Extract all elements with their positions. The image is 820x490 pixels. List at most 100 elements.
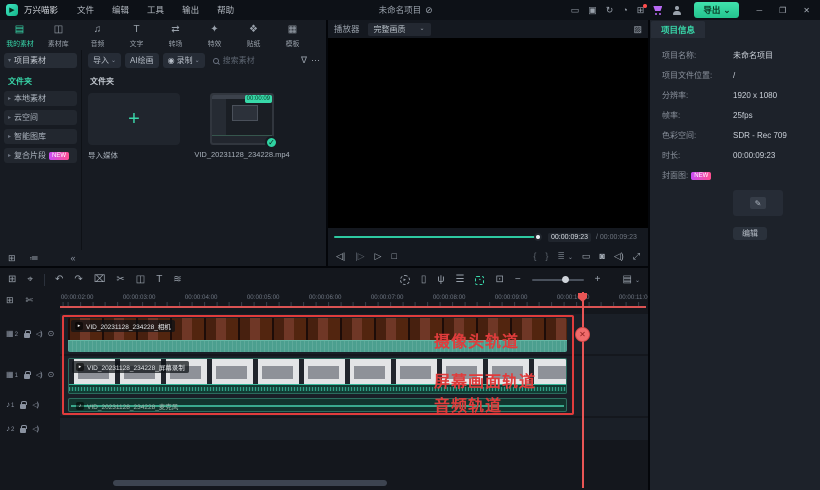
menu-help[interactable]: 帮助 [208, 4, 243, 16]
menu-export[interactable]: 输出 [173, 4, 208, 16]
zoom-knob[interactable] [561, 276, 569, 283]
sidebar-item-smart-library[interactable]: ▸ 智能图库 [4, 129, 77, 144]
maximize-button[interactable]: ❐ [775, 6, 790, 15]
tab-effects[interactable]: ✦ 特效 [195, 20, 234, 50]
render-preview-icon[interactable]: ▸ [399, 275, 410, 285]
project-status-icon[interactable]: ⊘ [425, 5, 433, 15]
apps-icon[interactable]: ⊞ [637, 3, 648, 15]
mute-icon[interactable]: ◁) [32, 401, 39, 409]
filter-icon[interactable]: ∇ [301, 56, 307, 65]
record-button[interactable]: ◉ 录制 ⌄ [162, 53, 205, 68]
video-media-tile[interactable]: 00:00:09 ✓ VID_20231128_234228.mp4 [192, 93, 292, 161]
menu-edit[interactable]: 编辑 [103, 4, 138, 16]
edit-cover-button[interactable]: 编辑 [733, 227, 767, 240]
snap-icon[interactable]: ▪ [475, 275, 485, 285]
fit-timeline-icon[interactable]: ⊡ [495, 275, 503, 285]
split-icon[interactable]: ✂ [116, 275, 124, 285]
sidebar-item-compound-clip[interactable]: ▸ 复合片段 NEW [4, 148, 77, 163]
layout-icon[interactable]: ⊞ [8, 275, 16, 285]
collapse-sidebar-icon[interactable]: « [71, 253, 76, 263]
speech-to-text-icon[interactable]: ≋ [173, 275, 181, 285]
project-media-dropdown[interactable]: ▾ 项目素材 [4, 53, 77, 68]
mark-in-icon[interactable]: { [533, 251, 536, 261]
ai-paint-button[interactable]: AI绘画 [125, 53, 159, 68]
tab-audio[interactable]: ♫ 音频 [78, 20, 117, 50]
save-icon[interactable]: ▣ [588, 5, 597, 15]
theme-icon[interactable]: ◔ [622, 5, 627, 15]
mark-out-icon[interactable]: } [545, 251, 548, 261]
zoom-in-icon[interactable]: + [595, 275, 601, 285]
tab-text[interactable]: T 文字 [117, 20, 156, 50]
lock-icon[interactable] [20, 425, 28, 433]
import-plus-icon[interactable]: + [88, 93, 180, 145]
search-box[interactable] [209, 56, 297, 65]
current-timecode[interactable]: 00:00:09:23 [548, 232, 591, 242]
playhead-line[interactable] [582, 292, 584, 488]
cart-icon[interactable] [653, 5, 663, 15]
lock-icon[interactable] [23, 371, 31, 379]
sidebar-item-cloud-space[interactable]: ▸ 云空间 [4, 110, 77, 125]
display-settings-icon[interactable]: ▨ [633, 24, 642, 34]
more-icon[interactable]: ⋯ [311, 56, 320, 65]
delete-icon[interactable]: ⌧ [94, 275, 106, 285]
track-manager-icon[interactable]: ▤ ⌄ [623, 275, 640, 285]
razor-tool-icon[interactable]: ✄ [26, 295, 34, 305]
preview-screen[interactable] [328, 38, 648, 228]
mute-icon[interactable]: ◁) [36, 330, 43, 338]
tab-stock-library[interactable]: ◫ 素材库 [39, 20, 78, 50]
account-icon[interactable] [672, 5, 681, 15]
marker-icon[interactable]: ▯ [421, 275, 427, 285]
add-track-icon[interactable]: ⊞ [6, 295, 14, 305]
cover-thumbnail[interactable]: ✎ [733, 190, 783, 216]
zoom-slider[interactable] [531, 276, 584, 283]
select-tool-icon[interactable]: ⌖ [27, 275, 33, 285]
tab-project-info[interactable]: 项目信息 [651, 21, 706, 38]
horizontal-scrollbar[interactable] [113, 480, 387, 486]
fullscreen-icon[interactable]: ⤢ [633, 251, 640, 261]
lane-audio-2[interactable] [60, 418, 648, 440]
mute-icon[interactable]: ◁) [36, 371, 43, 379]
zoom-out-icon[interactable]: − [515, 275, 521, 285]
previous-frame-button[interactable]: ◁| [336, 251, 345, 261]
stop-button[interactable]: □ [391, 251, 396, 261]
sync-icon[interactable]: ↻ [606, 5, 614, 15]
sidebar-item-local-media[interactable]: ▸ 本地素材 [4, 91, 77, 106]
next-frame-button[interactable]: |▷ [355, 251, 364, 261]
video-thumbnail[interactable]: 00:00:09 ✓ [210, 93, 278, 149]
import-media-tile[interactable]: + 导入媒体 [88, 93, 180, 161]
undo-icon[interactable]: ↶ [55, 275, 63, 285]
export-button[interactable]: 导出 ⌄ [694, 2, 740, 18]
snapshot-icon[interactable]: ◙ [599, 251, 604, 261]
minimize-button[interactable]: ─ [752, 6, 766, 15]
voiceover-icon[interactable]: ψ [437, 275, 444, 285]
redo-icon[interactable]: ↷ [74, 275, 82, 285]
menu-tools[interactable]: 工具 [138, 4, 173, 16]
lock-icon[interactable] [23, 330, 31, 338]
new-folder-icon[interactable]: ⊞ [8, 253, 16, 263]
close-button[interactable]: ✕ [799, 6, 814, 15]
view-list-icon[interactable]: ≔ [30, 253, 39, 263]
lock-icon[interactable] [20, 401, 28, 409]
play-button[interactable]: ▷ [375, 251, 382, 261]
import-button[interactable]: 导入 ⌄ [88, 53, 122, 68]
tab-stickers[interactable]: ❖ 贴纸 [234, 20, 273, 50]
search-input[interactable] [222, 56, 293, 65]
volume-icon[interactable]: ◁) [614, 251, 624, 261]
dual-screen-icon[interactable]: ▭ [582, 251, 591, 261]
menu-file[interactable]: 文件 [68, 4, 103, 16]
tab-my-media[interactable]: ▤ 我的素材 [0, 20, 39, 50]
mute-icon[interactable]: ◁) [32, 425, 39, 433]
text-tool-icon[interactable]: T [156, 275, 162, 285]
pencil-icon[interactable]: ✎ [750, 197, 766, 209]
device-preview-icon[interactable]: ▭ [571, 5, 580, 15]
playback-list-icon[interactable]: ≣ ⌄ [557, 251, 573, 261]
tab-templates[interactable]: ▦ 模板 [273, 20, 312, 50]
mixer-icon[interactable]: ☰ [455, 275, 464, 285]
preview-quality-dropdown[interactable]: 完整画质 ⌄ [367, 22, 431, 36]
seek-handle[interactable] [534, 233, 542, 241]
eye-icon[interactable]: ⊙ [48, 371, 55, 379]
eye-icon[interactable]: ⊙ [48, 330, 55, 338]
seek-bar[interactable] [334, 233, 542, 241]
tab-transition[interactable]: ⇄ 转场 [156, 20, 195, 50]
trim-icon[interactable]: ◫ [136, 275, 145, 285]
